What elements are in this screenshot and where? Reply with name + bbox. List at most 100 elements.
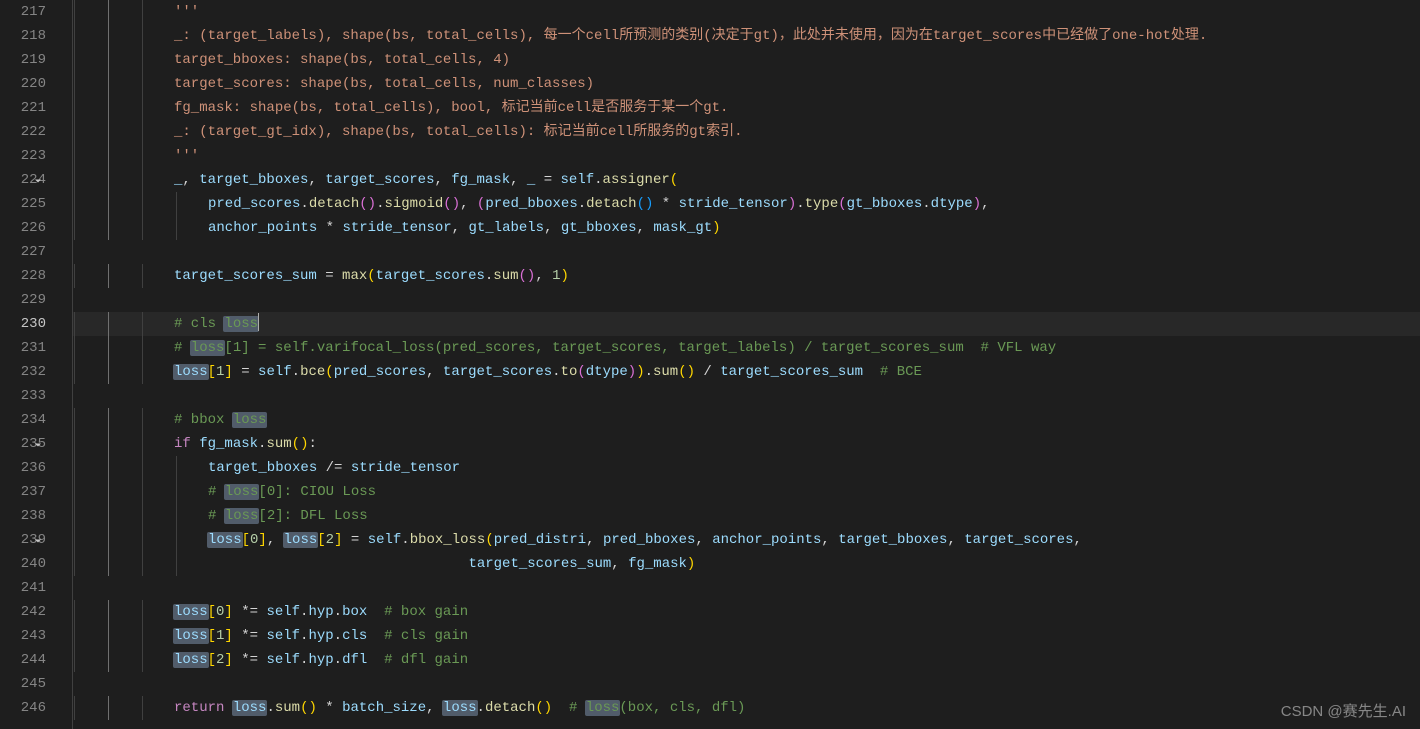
token-par2: ) (628, 364, 636, 380)
code-line[interactable]: fg_mask: shape(bs, total_cells), bool, 标… (72, 96, 1420, 120)
line-number[interactable]: 223 (0, 144, 46, 168)
token-op: , (586, 532, 603, 548)
token-op: . (578, 196, 586, 212)
token-num: 1 (552, 268, 560, 284)
fold-chevron-icon[interactable] (32, 532, 44, 544)
code-line[interactable]: target_scores: shape(bs, total_cells, nu… (72, 72, 1420, 96)
search-highlight: loss (232, 412, 268, 428)
code-line[interactable]: # loss[1] = self.varifocal_loss(pred_sco… (72, 336, 1420, 360)
line-number[interactable]: 228 (0, 264, 46, 288)
line-number[interactable]: 233 (0, 384, 46, 408)
search-highlight: loss (190, 340, 226, 356)
line-number[interactable]: 241 (0, 576, 46, 600)
line-number[interactable]: 240 (0, 552, 46, 576)
line-number[interactable]: 234 (0, 408, 46, 432)
token-str: target_scores: shape(bs, total_cells, nu… (174, 76, 594, 92)
code-line[interactable] (72, 288, 1420, 312)
line-number[interactable]: 221 (0, 96, 46, 120)
token-op: , (981, 196, 989, 212)
code-line[interactable]: target_bboxes /= stride_tensor (72, 456, 1420, 480)
code-area[interactable]: '''_: (target_labels), shape(bs, total_c… (64, 0, 1420, 729)
line-number[interactable]: 224 (0, 168, 46, 192)
line-number[interactable]: 219 (0, 48, 46, 72)
token-var: stride_tensor (342, 220, 451, 236)
line-number[interactable]: 218 (0, 24, 46, 48)
code-line[interactable] (72, 576, 1420, 600)
token-par: ] (258, 532, 266, 548)
line-number[interactable]: 227 (0, 240, 46, 264)
code-line[interactable] (72, 672, 1420, 696)
code-line[interactable]: _: (target_labels), shape(bs, total_cell… (72, 24, 1420, 48)
token-par: ( (670, 172, 678, 188)
line-number[interactable]: 242 (0, 600, 46, 624)
code-line[interactable]: target_bboxes: shape(bs, total_cells, 4) (72, 48, 1420, 72)
line-number[interactable]: 229 (0, 288, 46, 312)
line-number[interactable]: 217 (0, 0, 46, 24)
line-number[interactable]: 237 (0, 480, 46, 504)
line-number[interactable]: 236 (0, 456, 46, 480)
line-number[interactable]: 239 (0, 528, 46, 552)
code-line[interactable]: loss[0], loss[2] = self.bbox_loss(pred_d… (72, 528, 1420, 552)
token-fn: detach (485, 700, 535, 716)
fold-chevron-icon[interactable] (32, 436, 44, 448)
token-var: box (342, 604, 367, 620)
fold-chevron-icon[interactable] (32, 172, 44, 184)
token-var: mask_gt (653, 220, 712, 236)
search-highlight: loss (224, 508, 260, 524)
token-var: target_scores (964, 532, 1073, 548)
token-cmt: # cls gain (384, 628, 468, 644)
line-number[interactable]: 222 (0, 120, 46, 144)
token-op: , (460, 196, 477, 212)
line-number[interactable]: 220 (0, 72, 46, 96)
token-var: gt_bboxes (847, 196, 923, 212)
line-number[interactable]: 238 (0, 504, 46, 528)
code-line[interactable] (72, 384, 1420, 408)
line-number[interactable]: 231 (0, 336, 46, 360)
code-line[interactable]: # bbox loss (72, 408, 1420, 432)
code-editor[interactable]: 2172182192202212222232242252262272282292… (0, 0, 1420, 729)
code-line[interactable]: target_scores_sum, fg_mask) (72, 552, 1420, 576)
token-par: ) (636, 364, 644, 380)
code-line[interactable]: ''' (72, 0, 1420, 24)
line-number[interactable]: 244 (0, 648, 46, 672)
token-op: , (535, 268, 552, 284)
token-op: , (611, 556, 628, 572)
code-line[interactable]: pred_scores.detach().sigmoid(), (pred_bb… (72, 192, 1420, 216)
token-op: . (401, 532, 409, 548)
line-number-gutter[interactable]: 2172182192202212222232242252262272282292… (0, 0, 64, 729)
token-op (367, 604, 384, 620)
line-number[interactable]: 226 (0, 216, 46, 240)
code-line[interactable]: # loss[0]: CIOU Loss (72, 480, 1420, 504)
line-number[interactable]: 232 (0, 360, 46, 384)
token-cmt: [0]: CIOU Loss (258, 484, 384, 500)
code-line[interactable]: # cls loss (72, 312, 1420, 336)
line-number[interactable]: 246 (0, 696, 46, 720)
code-line[interactable]: if fg_mask.sum(): (72, 432, 1420, 456)
line-number[interactable]: 243 (0, 624, 46, 648)
code-line[interactable]: _: (target_gt_idx), shape(bs, total_cell… (72, 120, 1420, 144)
line-number[interactable]: 235 (0, 432, 46, 456)
code-line[interactable]: anchor_points * stride_tensor, gt_labels… (72, 216, 1420, 240)
token-cmt: # BCE (880, 364, 922, 380)
line-number[interactable]: 225 (0, 192, 46, 216)
code-line[interactable] (72, 240, 1420, 264)
code-line[interactable]: # loss[2]: DFL Loss (72, 504, 1420, 528)
token-par2: ) (452, 196, 460, 212)
code-line[interactable]: loss[1] *= self.hyp.cls # cls gain (72, 624, 1420, 648)
code-line[interactable]: _, target_bboxes, target_scores, fg_mask… (72, 168, 1420, 192)
search-highlight: loss (173, 364, 209, 380)
line-number[interactable]: 245 (0, 672, 46, 696)
code-line[interactable]: return loss.sum() * batch_size, loss.det… (72, 696, 1420, 720)
token-op: *= (233, 628, 267, 644)
token-fn: sum (653, 364, 678, 380)
token-op: . (594, 172, 602, 188)
token-op: , (426, 364, 443, 380)
line-number[interactable]: 230 (0, 312, 46, 336)
token-kw: if (174, 436, 191, 452)
code-line[interactable]: loss[0] *= self.hyp.box # box gain (72, 600, 1420, 624)
code-line[interactable]: loss[1] = self.bce(pred_scores, target_s… (72, 360, 1420, 384)
code-line[interactable]: loss[2] *= self.hyp.dfl # dfl gain (72, 648, 1420, 672)
code-line[interactable]: ''' (72, 144, 1420, 168)
code-line[interactable]: target_scores_sum = max(target_scores.su… (72, 264, 1420, 288)
watermark-text: CSDN @赛先生.AI (1281, 700, 1406, 721)
